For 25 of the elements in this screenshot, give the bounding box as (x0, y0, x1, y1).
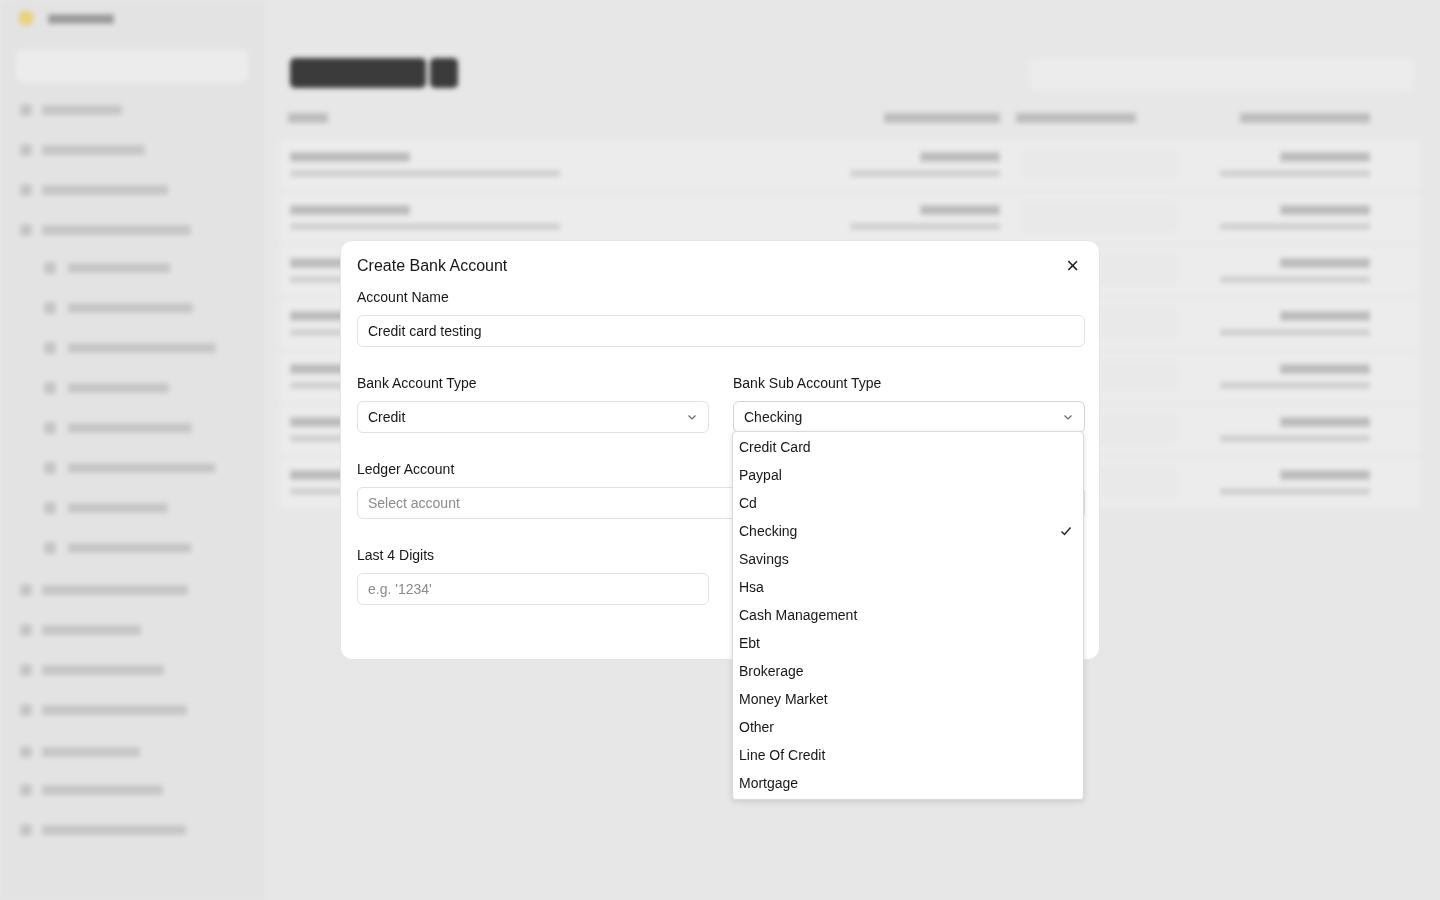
dropdown-option[interactable]: Cash Management (733, 601, 1083, 629)
dropdown-option[interactable]: Savings (733, 545, 1083, 573)
field-label: Bank Account Type (357, 375, 477, 391)
dropdown-option[interactable]: Brokerage (733, 657, 1083, 685)
text-field[interactable]: e.g. '1234' (357, 573, 709, 605)
dropdown-option[interactable]: Cd (733, 489, 1083, 517)
select-field[interactable]: Credit (357, 401, 709, 433)
field-label: Account Name (357, 289, 449, 305)
check-icon (1059, 524, 1073, 538)
field-label: Ledger Account (357, 461, 455, 477)
dropdown-option[interactable]: Credit Card (733, 433, 1083, 461)
dropdown-option[interactable]: Mortgage (733, 769, 1083, 797)
field-label: Last 4 Digits (357, 547, 435, 563)
dialog-title: Create Bank Account (357, 257, 508, 275)
select-field[interactable]: Checking (733, 401, 1085, 433)
dropdown-option[interactable]: Money Market (733, 685, 1083, 713)
field-label: Bank Sub Account Type (733, 375, 882, 391)
dropdown-option[interactable]: Ebt (733, 629, 1083, 657)
dropdown-option[interactable]: Hsa (733, 573, 1083, 601)
dropdown-option[interactable]: Other (733, 713, 1083, 741)
text-field[interactable]: Credit card testing (357, 315, 1085, 347)
dropdown-option[interactable]: Line Of Credit (733, 741, 1083, 769)
close-button[interactable]: × (1062, 255, 1083, 277)
dropdown-option[interactable]: Checking (733, 517, 1083, 545)
dropdown-option[interactable]: Paypal (733, 461, 1083, 489)
